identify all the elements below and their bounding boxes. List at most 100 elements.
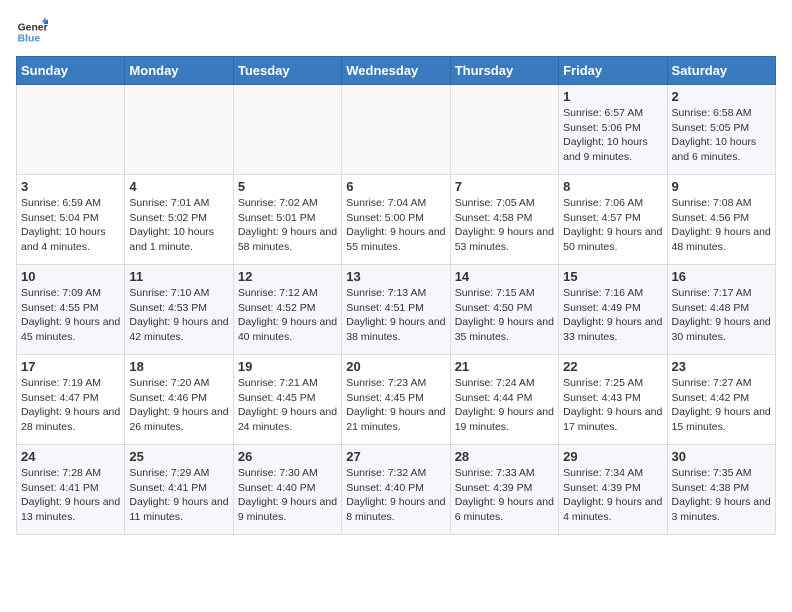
day-number: 9 (672, 179, 771, 194)
day-info: Sunrise: 7:08 AM Sunset: 4:56 PM Dayligh… (672, 196, 771, 255)
calendar-cell: 5 Sunrise: 7:02 AM Sunset: 5:01 PM Daylig… (233, 175, 341, 265)
day-number: 29 (563, 449, 662, 464)
day-header-sunday: Sunday (17, 57, 125, 85)
calendar-cell: 9 Sunrise: 7:08 AM Sunset: 4:56 PM Daylig… (667, 175, 775, 265)
calendar-cell: 6 Sunrise: 7:04 AM Sunset: 5:00 PM Daylig… (342, 175, 450, 265)
day-info: Sunrise: 7:12 AM Sunset: 4:52 PM Dayligh… (238, 286, 337, 345)
calendar-cell: 29 Sunrise: 7:34 AM Sunset: 4:39 PM Dayli… (559, 445, 667, 535)
day-info: Sunrise: 7:23 AM Sunset: 4:45 PM Dayligh… (346, 376, 445, 435)
week-row-4: 17 Sunrise: 7:19 AM Sunset: 4:47 PM Dayli… (17, 355, 776, 445)
calendar-cell: 3 Sunrise: 6:59 AM Sunset: 5:04 PM Daylig… (17, 175, 125, 265)
calendar-cell (233, 85, 341, 175)
day-header-friday: Friday (559, 57, 667, 85)
day-info: Sunrise: 7:28 AM Sunset: 4:41 PM Dayligh… (21, 466, 120, 525)
calendar-cell: 1Sunrise: 6:57 AM Sunset: 5:06 PM Daylig… (559, 85, 667, 175)
day-info: Sunrise: 7:19 AM Sunset: 4:47 PM Dayligh… (21, 376, 120, 435)
calendar-cell: 12 Sunrise: 7:12 AM Sunset: 4:52 PM Dayli… (233, 265, 341, 355)
calendar-cell: 20 Sunrise: 7:23 AM Sunset: 4:45 PM Dayli… (342, 355, 450, 445)
calendar-cell: 4 Sunrise: 7:01 AM Sunset: 5:02 PM Daylig… (125, 175, 233, 265)
day-number: 20 (346, 359, 445, 374)
day-info: Sunrise: 7:01 AM Sunset: 5:02 PM Dayligh… (129, 196, 228, 255)
day-number: 1 (563, 89, 662, 104)
calendar-cell: 24 Sunrise: 7:28 AM Sunset: 4:41 PM Dayli… (17, 445, 125, 535)
calendar-cell (342, 85, 450, 175)
calendar-cell: 28Sunrise: 7:33 AM Sunset: 4:39 PM Dayli… (450, 445, 558, 535)
calendar-cell: 13 Sunrise: 7:13 AM Sunset: 4:51 PM Dayli… (342, 265, 450, 355)
day-number: 8 (563, 179, 662, 194)
calendar-cell: 2Sunrise: 6:58 AM Sunset: 5:05 PM Daylig… (667, 85, 775, 175)
day-info: Sunrise: 7:27 AM Sunset: 4:42 PM Dayligh… (672, 376, 771, 435)
day-info: Sunrise: 7:10 AM Sunset: 4:53 PM Dayligh… (129, 286, 228, 345)
calendar-cell: 25 Sunrise: 7:29 AM Sunset: 4:41 PM Dayli… (125, 445, 233, 535)
calendar-cell: 22Sunrise: 7:25 AM Sunset: 4:43 PM Dayli… (559, 355, 667, 445)
day-info: Sunrise: 7:15 AM Sunset: 4:50 PM Dayligh… (455, 286, 554, 345)
day-number: 25 (129, 449, 228, 464)
week-row-1: 1Sunrise: 6:57 AM Sunset: 5:06 PM Daylig… (17, 85, 776, 175)
calendar-cell: 10 Sunrise: 7:09 AM Sunset: 4:55 PM Dayli… (17, 265, 125, 355)
calendar-cell (450, 85, 558, 175)
day-info: Sunrise: 7:34 AM Sunset: 4:39 PM Dayligh… (563, 466, 662, 525)
day-number: 22 (563, 359, 662, 374)
day-number: 18 (129, 359, 228, 374)
day-number: 4 (129, 179, 228, 194)
day-info: Sunrise: 6:58 AM Sunset: 5:05 PM Dayligh… (672, 106, 771, 165)
day-info: Sunrise: 6:59 AM Sunset: 5:04 PM Dayligh… (21, 196, 120, 255)
day-number: 19 (238, 359, 337, 374)
week-row-2: 3 Sunrise: 6:59 AM Sunset: 5:04 PM Daylig… (17, 175, 776, 265)
day-number: 7 (455, 179, 554, 194)
calendar-cell: 19 Sunrise: 7:21 AM Sunset: 4:45 PM Dayli… (233, 355, 341, 445)
day-info: Sunrise: 7:02 AM Sunset: 5:01 PM Dayligh… (238, 196, 337, 255)
calendar-cell: 16Sunrise: 7:17 AM Sunset: 4:48 PM Dayli… (667, 265, 775, 355)
day-number: 15 (563, 269, 662, 284)
day-number: 14 (455, 269, 554, 284)
day-info: Sunrise: 7:06 AM Sunset: 4:57 PM Dayligh… (563, 196, 662, 255)
day-info: Sunrise: 7:24 AM Sunset: 4:44 PM Dayligh… (455, 376, 554, 435)
day-info: Sunrise: 7:35 AM Sunset: 4:38 PM Dayligh… (672, 466, 771, 525)
page-header: General Blue (16, 16, 776, 48)
day-number: 12 (238, 269, 337, 284)
day-info: Sunrise: 7:04 AM Sunset: 5:00 PM Dayligh… (346, 196, 445, 255)
calendar-cell (17, 85, 125, 175)
calendar-cell (125, 85, 233, 175)
day-number: 6 (346, 179, 445, 194)
day-number: 17 (21, 359, 120, 374)
day-number: 30 (672, 449, 771, 464)
day-info: Sunrise: 7:09 AM Sunset: 4:55 PM Dayligh… (21, 286, 120, 345)
calendar-table: SundayMondayTuesdayWednesdayThursdayFrid… (16, 56, 776, 535)
calendar-cell: 11 Sunrise: 7:10 AM Sunset: 4:53 PM Dayli… (125, 265, 233, 355)
svg-text:General: General (18, 22, 48, 33)
day-number: 16 (672, 269, 771, 284)
day-info: Sunrise: 7:21 AM Sunset: 4:45 PM Dayligh… (238, 376, 337, 435)
day-number: 10 (21, 269, 120, 284)
calendar-cell: 7Sunrise: 7:05 AM Sunset: 4:58 PM Daylig… (450, 175, 558, 265)
day-header-wednesday: Wednesday (342, 57, 450, 85)
day-number: 24 (21, 449, 120, 464)
calendar-cell: 18 Sunrise: 7:20 AM Sunset: 4:46 PM Dayli… (125, 355, 233, 445)
day-number: 11 (129, 269, 228, 284)
day-number: 27 (346, 449, 445, 464)
calendar-cell: 26Sunrise: 7:30 AM Sunset: 4:40 PM Dayli… (233, 445, 341, 535)
day-header-tuesday: Tuesday (233, 57, 341, 85)
svg-text:Blue: Blue (18, 34, 41, 45)
calendar-cell: 21 Sunrise: 7:24 AM Sunset: 4:44 PM Dayli… (450, 355, 558, 445)
calendar-cell: 30 Sunrise: 7:35 AM Sunset: 4:38 PM Dayli… (667, 445, 775, 535)
day-info: Sunrise: 7:13 AM Sunset: 4:51 PM Dayligh… (346, 286, 445, 345)
day-number: 13 (346, 269, 445, 284)
week-row-3: 10 Sunrise: 7:09 AM Sunset: 4:55 PM Dayli… (17, 265, 776, 355)
day-number: 28 (455, 449, 554, 464)
week-row-5: 24 Sunrise: 7:28 AM Sunset: 4:41 PM Dayli… (17, 445, 776, 535)
calendar-cell: 27Sunrise: 7:32 AM Sunset: 4:40 PM Dayli… (342, 445, 450, 535)
day-info: Sunrise: 7:16 AM Sunset: 4:49 PM Dayligh… (563, 286, 662, 345)
day-info: Sunrise: 7:20 AM Sunset: 4:46 PM Dayligh… (129, 376, 228, 435)
calendar-cell: 8 Sunrise: 7:06 AM Sunset: 4:57 PM Daylig… (559, 175, 667, 265)
calendar-cell: 15 Sunrise: 7:16 AM Sunset: 4:49 PM Dayli… (559, 265, 667, 355)
day-number: 26 (238, 449, 337, 464)
day-header-saturday: Saturday (667, 57, 775, 85)
calendar-cell: 14 Sunrise: 7:15 AM Sunset: 4:50 PM Dayli… (450, 265, 558, 355)
day-number: 21 (455, 359, 554, 374)
day-number: 5 (238, 179, 337, 194)
day-number: 3 (21, 179, 120, 194)
day-info: Sunrise: 7:29 AM Sunset: 4:41 PM Dayligh… (129, 466, 228, 525)
day-header-monday: Monday (125, 57, 233, 85)
day-header-thursday: Thursday (450, 57, 558, 85)
